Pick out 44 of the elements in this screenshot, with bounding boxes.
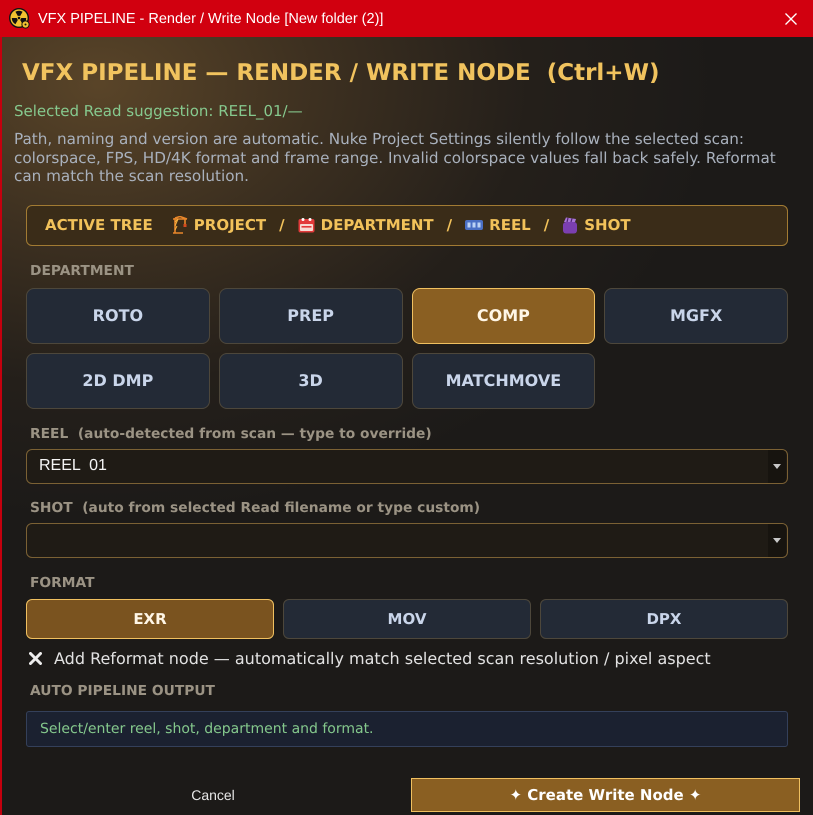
- section-label: REEL (auto-detected from scan — type to override): [30, 426, 433, 442]
- tree-level-label: SHOT: [584, 216, 631, 234]
- path-separator: /: [279, 216, 285, 234]
- cancel-button[interactable]: Cancel: [179, 778, 247, 812]
- combo-value: REEL 01: [39, 457, 107, 475]
- tree-level-label: REEL: [489, 216, 531, 234]
- department-button[interactable]: 3D: [218, 352, 402, 408]
- section-label: DEPARTMENT: [30, 262, 135, 278]
- create-button[interactable]: ✦ Create Write Node ✦: [411, 778, 800, 812]
- format-button[interactable]: DPX: [540, 598, 788, 638]
- department-button[interactable]: COMP: [412, 288, 596, 344]
- checkbox-label: Add Reformat node — automatically match selected scan resolution / pixel aspect: [54, 649, 711, 668]
- department-button[interactable]: 2D DMP: [26, 352, 210, 408]
- path-separator: /: [446, 216, 452, 234]
- checkbox[interactable]: [29, 652, 42, 665]
- window-title: VFX PIPELINE - Render / Write Node [New folder (2)]: [38, 10, 384, 26]
- reel-combo-box[interactable]: REEL 01: [26, 448, 788, 484]
- cross-mark-icon: [29, 652, 42, 665]
- output-box: Select/enter reel, shot, department and format.: [26, 710, 788, 746]
- section-label: FORMAT: [30, 574, 96, 590]
- clapperboard-icon: [562, 216, 578, 234]
- radiation-icon: [9, 8, 30, 29]
- suggestion-text: Selected Read suggestion: REEL_01/—: [14, 102, 304, 120]
- dialog-heading: VFX PIPELINE — RENDER / WRITE NODE (Ctrl+W): [22, 59, 660, 87]
- section-label: SHOT (auto from selected Read filename or type custom): [30, 500, 482, 516]
- section-label: AUTO PIPELINE OUTPUT: [30, 682, 216, 698]
- department-button[interactable]: PREP: [218, 288, 402, 344]
- close-icon: [785, 12, 797, 24]
- caret-down-icon: [768, 524, 786, 556]
- crane-icon: [172, 216, 188, 234]
- tree-level-label: PROJECT: [194, 216, 266, 234]
- film-strip-icon: [465, 219, 484, 231]
- department-button[interactable]: MATCHMOVE: [412, 352, 596, 408]
- shot-combo-box[interactable]: [26, 522, 788, 558]
- path-separator: /: [544, 216, 550, 234]
- department-button[interactable]: MGFX: [604, 288, 788, 344]
- tree-level-label: DEPARTMENT: [320, 216, 434, 234]
- format-button[interactable]: EXR: [26, 598, 274, 638]
- active-tree-label: ACTIVE TREE: [45, 216, 153, 234]
- description-text: Path, naming and version are automatic. Nuke Project Settings silently follow the selected scan: colorspace, FPS, HD/4K format and frame range. Invalid colorspace values fall back safely. Reformat can match the scan resolution.: [14, 130, 777, 186]
- calendar-icon: [298, 217, 315, 233]
- caret-down-icon: [768, 450, 786, 482]
- department-button[interactable]: ROTO: [26, 288, 210, 344]
- format-button[interactable]: MOV: [283, 598, 531, 638]
